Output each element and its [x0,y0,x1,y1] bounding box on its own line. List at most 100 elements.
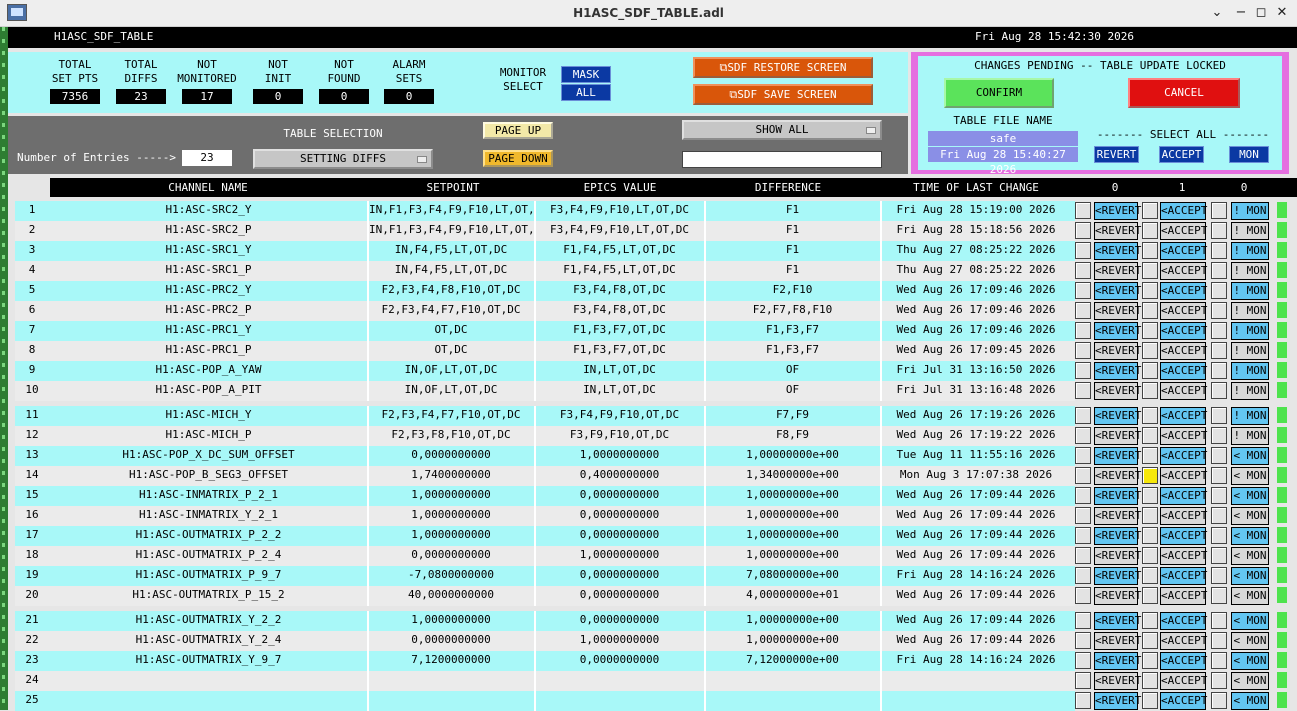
revert-checkbox[interactable] [1075,407,1091,424]
accept-button[interactable]: <ACCEPT [1160,547,1207,565]
revert-button[interactable]: <REVERT [1094,427,1141,445]
mon-checkbox[interactable] [1211,322,1227,339]
accept-button[interactable]: <ACCEPT [1160,632,1207,650]
mon-checkbox[interactable] [1211,652,1227,669]
accept-checkbox[interactable] [1142,427,1158,444]
mon-button[interactable]: ! MON [1231,382,1269,400]
table-selection-dropdown[interactable]: SETTING DIFFS [253,149,433,169]
mon-button[interactable]: < MON [1231,692,1269,710]
mon-button[interactable]: ! MON [1231,322,1269,340]
accept-checkbox[interactable] [1142,262,1158,279]
mon-checkbox[interactable] [1211,692,1227,709]
mon-checkbox[interactable] [1211,202,1227,219]
accept-checkbox[interactable] [1142,222,1158,239]
revert-checkbox[interactable] [1075,547,1091,564]
accept-checkbox[interactable] [1142,407,1158,424]
mon-button[interactable]: < MON [1231,612,1269,630]
revert-button[interactable]: <REVERT [1094,652,1141,670]
revert-button[interactable]: <REVERT [1094,527,1141,545]
mon-checkbox[interactable] [1211,487,1227,504]
revert-checkbox[interactable] [1075,467,1091,484]
accept-button[interactable]: <ACCEPT [1160,672,1207,690]
revert-checkbox[interactable] [1075,362,1091,379]
mon-checkbox[interactable] [1211,587,1227,604]
revert-button[interactable]: <REVERT [1094,547,1141,565]
revert-button[interactable]: <REVERT [1094,672,1141,690]
page-down-button[interactable]: PAGE DOWN [483,150,553,167]
revert-button[interactable]: <REVERT [1094,692,1141,710]
page-up-button[interactable]: PAGE UP [483,122,553,139]
accept-button[interactable]: <ACCEPT [1160,427,1207,445]
mon-checkbox[interactable] [1211,567,1227,584]
mon-button[interactable]: < MON [1231,467,1269,485]
accept-button[interactable]: <ACCEPT [1160,262,1207,280]
revert-checkbox[interactable] [1075,652,1091,669]
select-all-revert-button[interactable]: REVERT [1094,146,1139,163]
accept-checkbox[interactable] [1142,527,1158,544]
revert-checkbox[interactable] [1075,382,1091,399]
revert-checkbox[interactable] [1075,202,1091,219]
accept-checkbox[interactable] [1142,507,1158,524]
revert-button[interactable]: <REVERT [1094,342,1141,360]
revert-button[interactable]: <REVERT [1094,632,1141,650]
mon-button[interactable]: < MON [1231,527,1269,545]
show-all-dropdown[interactable]: SHOW ALL [682,120,882,140]
mon-checkbox[interactable] [1211,427,1227,444]
minimize-icon[interactable]: − [1232,4,1250,22]
mon-checkbox[interactable] [1211,547,1227,564]
mon-checkbox[interactable] [1211,342,1227,359]
accept-checkbox[interactable] [1142,282,1158,299]
mon-button[interactable]: ! MON [1231,222,1269,240]
revert-checkbox[interactable] [1075,302,1091,319]
accept-checkbox[interactable] [1142,487,1158,504]
revert-checkbox[interactable] [1075,282,1091,299]
revert-button[interactable]: <REVERT [1094,487,1141,505]
mon-button[interactable]: ! MON [1231,282,1269,300]
mon-button[interactable]: < MON [1231,652,1269,670]
accept-button[interactable]: <ACCEPT [1160,652,1207,670]
revert-button[interactable]: <REVERT [1094,362,1141,380]
mon-button[interactable]: ! MON [1231,202,1269,220]
mon-button[interactable]: < MON [1231,632,1269,650]
accept-checkbox[interactable] [1142,587,1158,604]
revert-checkbox[interactable] [1075,242,1091,259]
accept-button[interactable]: <ACCEPT [1160,587,1207,605]
revert-checkbox[interactable] [1075,222,1091,239]
mon-checkbox[interactable] [1211,672,1227,689]
revert-button[interactable]: <REVERT [1094,567,1141,585]
accept-checkbox[interactable] [1142,202,1158,219]
accept-checkbox[interactable] [1142,672,1158,689]
accept-checkbox[interactable] [1142,302,1158,319]
revert-checkbox[interactable] [1075,447,1091,464]
mon-checkbox[interactable] [1211,467,1227,484]
select-all-accept-button[interactable]: ACCEPT [1159,146,1204,163]
accept-button[interactable]: <ACCEPT [1160,302,1207,320]
accept-button[interactable]: <ACCEPT [1160,322,1207,340]
accept-checkbox[interactable] [1142,447,1158,464]
mon-checkbox[interactable] [1211,507,1227,524]
mon-checkbox[interactable] [1211,282,1227,299]
accept-button[interactable]: <ACCEPT [1160,507,1207,525]
mon-button[interactable]: < MON [1231,672,1269,690]
mon-checkbox[interactable] [1211,362,1227,379]
mon-checkbox[interactable] [1211,222,1227,239]
revert-button[interactable]: <REVERT [1094,467,1141,485]
accept-button[interactable]: <ACCEPT [1160,567,1207,585]
mon-checkbox[interactable] [1211,527,1227,544]
accept-checkbox[interactable] [1142,632,1158,649]
accept-button[interactable]: <ACCEPT [1160,612,1207,630]
chevron-down-icon[interactable]: ⌄ [1208,4,1226,22]
accept-checkbox[interactable] [1142,242,1158,259]
accept-checkbox[interactable] [1142,342,1158,359]
accept-button[interactable]: <ACCEPT [1160,362,1207,380]
accept-button[interactable]: <ACCEPT [1160,222,1207,240]
mon-button[interactable]: ! MON [1231,427,1269,445]
accept-checkbox[interactable] [1142,467,1158,484]
accept-button[interactable]: <ACCEPT [1160,282,1207,300]
accept-button[interactable]: <ACCEPT [1160,487,1207,505]
revert-checkbox[interactable] [1075,427,1091,444]
monitor-all-button[interactable]: ALL [561,84,611,101]
sdf-restore-button[interactable]: ⧉SDF RESTORE SCREEN [693,57,873,78]
accept-checkbox[interactable] [1142,547,1158,564]
revert-checkbox[interactable] [1075,672,1091,689]
